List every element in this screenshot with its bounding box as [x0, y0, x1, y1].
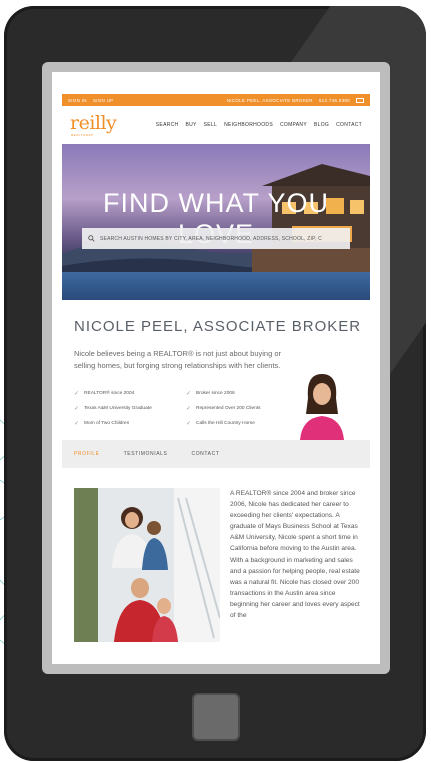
fact-item: ✓ Texas A&M University Graduate: [74, 405, 186, 412]
stage: SIGN IN SIGN UP NICOLE PEEL, ASSOCIATE B…: [0, 0, 431, 763]
main-nav: SEARCH BUY SELL NEIGHBORHOODS COMPANY BL…: [156, 122, 362, 128]
fact-text: REALTOR® since 2004: [84, 391, 135, 396]
about-text: A REALTOR® since 2004 and broker since 2…: [230, 490, 360, 620]
tab-testimonials[interactable]: TESTIMONIALS: [124, 451, 168, 457]
nav-sell[interactable]: SELL: [204, 122, 217, 128]
nav-contact[interactable]: CONTACT: [336, 122, 362, 128]
header: reilly REALTORS® SEARCH BUY SELL NEIGHBO…: [62, 110, 370, 140]
check-icon: ✓: [186, 406, 192, 412]
check-icon: ✓: [74, 421, 80, 427]
nav-search[interactable]: SEARCH: [156, 122, 179, 128]
fact-text: Broker since 2006: [196, 391, 235, 396]
agent-name-link[interactable]: NICOLE PEEL, ASSOCIATE BROKER: [227, 98, 313, 103]
tab-contact[interactable]: CONTACT: [191, 451, 219, 457]
fact-item: ✓ Broker since 2006: [186, 390, 304, 397]
hero-pool: [62, 272, 370, 300]
search-placeholder: SEARCH AUSTIN HOMES BY CITY, AREA, NEIGH…: [100, 235, 322, 242]
device-screen: SIGN IN SIGN UP NICOLE PEEL, ASSOCIATE B…: [52, 72, 380, 664]
check-icon: ✓: [74, 406, 80, 412]
hero-banner: FIND WHAT YOU LOVE SEARCH AUSTIN HOMES B…: [62, 144, 370, 300]
fact-text: Texas A&M University Graduate: [84, 406, 152, 411]
nav-neighborhoods[interactable]: NEIGHBORHOODS: [224, 122, 273, 128]
check-icon: ✓: [74, 391, 80, 397]
fact-text: Calls the Hill Country Home: [196, 421, 255, 426]
check-icon: ✓: [186, 421, 192, 427]
check-icon: ✓: [186, 391, 192, 397]
phone-number[interactable]: 512.746.0390: [319, 98, 350, 103]
profile-tabs: PROFILE TESTIMONIALS CONTACT: [62, 440, 370, 468]
top-bar: SIGN IN SIGN UP NICOLE PEEL, ASSOCIATE B…: [62, 94, 370, 106]
fact-item: ✓ REALTOR® since 2004: [74, 390, 186, 397]
logo[interactable]: reilly: [70, 112, 117, 134]
mail-icon[interactable]: [356, 97, 364, 103]
fact-text: Represented Over 200 Clients: [196, 406, 261, 411]
logo-subtitle: REALTORS®: [71, 133, 94, 137]
nav-buy[interactable]: BUY: [185, 122, 196, 128]
sign-in-link[interactable]: SIGN IN: [68, 98, 87, 103]
agent-heading: NICOLE PEEL, ASSOCIATE BROKER: [74, 318, 362, 335]
nav-blog[interactable]: BLOG: [314, 122, 329, 128]
search-icon: [88, 235, 95, 242]
home-button[interactable]: [192, 693, 240, 741]
sign-up-link[interactable]: SIGN UP: [93, 98, 114, 103]
fact-item: ✓ Mom of Two Children: [74, 420, 186, 427]
fact-item: ✓ Calls the Hill Country Home: [186, 420, 304, 427]
agent-bio: Nicole believes being a REALTOR® is not …: [74, 349, 282, 370]
nav-company[interactable]: COMPANY: [280, 122, 307, 128]
fact-text: Mom of Two Children: [84, 421, 130, 426]
hero-search-input[interactable]: SEARCH AUSTIN HOMES BY CITY, AREA, NEIGH…: [82, 228, 350, 249]
agent-facts: ✓ REALTOR® since 2004 ✓ Broker since 2006 …: [74, 390, 304, 427]
agent-portrait: [300, 374, 344, 440]
fact-item: ✓ Represented Over 200 Clients: [186, 405, 304, 412]
family-photo: [74, 488, 220, 642]
tab-profile[interactable]: PROFILE: [74, 451, 100, 457]
